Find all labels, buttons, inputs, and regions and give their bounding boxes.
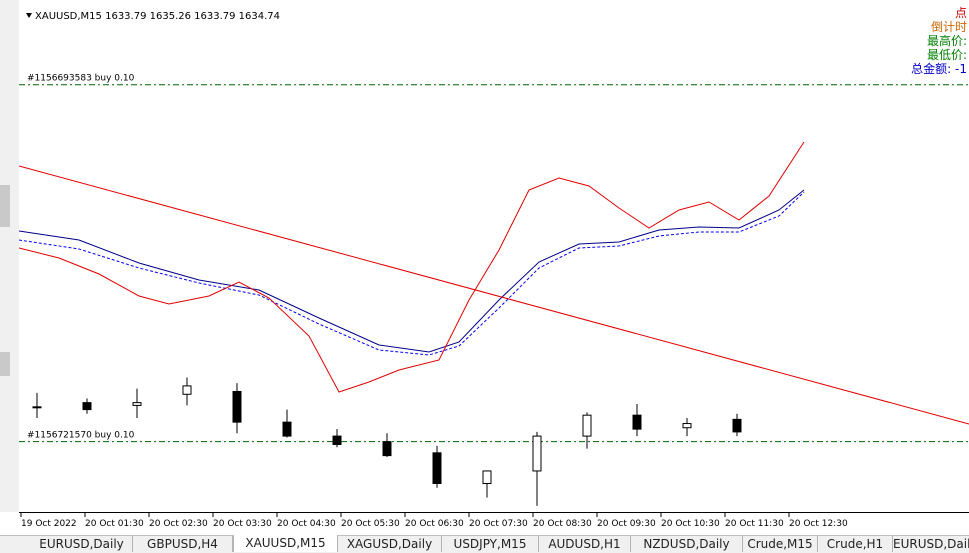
x-tick-label: 20 Oct 09:30 (597, 519, 656, 529)
x-tick-label: 20 Oct 05:30 (341, 519, 400, 529)
candle-body (432, 452, 442, 485)
scroll-marker-top[interactable] (0, 185, 10, 227)
tab-audusd-h1[interactable]: AUDUSD,H1 (539, 536, 631, 552)
order-label: #1156693583 buy 0.10 (27, 74, 135, 84)
x-tick-label: 20 Oct 02:30 (149, 519, 208, 529)
info-panel-row: 倒计时 (931, 20, 967, 34)
time-axis: 19 Oct 2022 20 Oct 01:30 20 Oct 02:30 20 Oc… (19, 512, 969, 535)
x-tick-label: 20 Oct 06:30 (405, 519, 464, 529)
candle-body (132, 402, 142, 406)
tab-xauusd-m15[interactable]: XAUUSD,M15 (233, 535, 338, 552)
tab-eurusd-daily[interactable]: EURUSD,Daily (31, 536, 133, 552)
candle-body (382, 441, 392, 457)
x-tick-label: 20 Oct 11:30 (725, 519, 784, 529)
info-panel-row: 总金额: -1 (911, 61, 967, 76)
symbol-tabs: EURUSD,Daily GBPUSD,H4 XAUUSD,M15 XAGUSD,Da… (0, 535, 969, 553)
info-panel-row: 最低价: (927, 48, 967, 62)
x-tick-label: 20 Oct 08:30 (533, 519, 592, 529)
x-tick-label: 20 Oct 01:30 (85, 519, 144, 529)
candle-body (282, 421, 292, 437)
x-tick-label: 20 Oct 12:30 (789, 519, 848, 529)
info-panel-row: 点 (955, 6, 967, 20)
candle-body (332, 435, 342, 445)
tab-crude-h1[interactable]: Crude,H1 (818, 536, 893, 552)
scroll-marker-bottom[interactable] (0, 352, 10, 376)
candle-body (632, 414, 642, 430)
tab-xagusd-daily[interactable]: XAGUSD,Daily (338, 536, 442, 552)
tab-usdjpy-m15[interactable]: USDJPY,M15 (442, 536, 539, 552)
price-chart[interactable]: XAUUSD,M15 1633.79 1635.26 1633.79 1634.… (18, 0, 969, 512)
order-label: #1156721570 buy 0.10 (27, 431, 135, 441)
x-tick-label: 20 Oct 07:30 (469, 519, 528, 529)
trendline (18, 165, 969, 425)
candle-body (582, 414, 592, 437)
ma-line-blue-dotted (18, 191, 805, 356)
symbol-header: XAUUSD,M15 1633.79 1635.26 1633.79 1634.… (35, 11, 280, 22)
tab-nzdusd-daily[interactable]: NZDUSD,Daily (631, 536, 743, 552)
candle-body (82, 402, 92, 411)
info-panel-row: 最高价: (927, 33, 967, 48)
ma-line-blue (18, 189, 805, 353)
tab-eurusd-daily[interactable]: EURUSD,Daily (893, 536, 969, 552)
candle-body (32, 406, 42, 409)
candle-body (182, 385, 192, 395)
candle-body (732, 418, 742, 433)
tab-crude-m15[interactable]: Crude,M15 (743, 536, 818, 552)
x-tick-label: 20 Oct 10:30 (661, 519, 720, 529)
tab-gbpusd-h4[interactable]: GBPUSD,H4 (133, 536, 233, 552)
candle-body (232, 390, 242, 423)
x-tick-label: 19 Oct 2022 (21, 519, 77, 529)
collapse-triangle-icon (26, 13, 32, 18)
candle-body (682, 423, 692, 429)
candle-body (532, 435, 542, 472)
x-tick-label: 20 Oct 04:30 (277, 519, 336, 529)
chart-area[interactable]: XAUUSD,M15 1633.79 1635.26 1633.79 1634.… (18, 0, 969, 512)
left-toolbar-strip (0, 0, 20, 512)
candle-body (482, 470, 492, 485)
x-tick-label: 20 Oct 03:30 (213, 519, 272, 529)
